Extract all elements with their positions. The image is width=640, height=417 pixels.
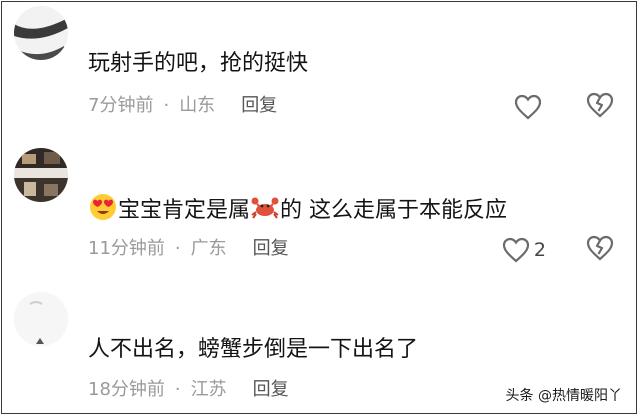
comment-text: 人不出名，螃蟹步倒是一下出名了 <box>88 337 419 362</box>
broken-heart-icon <box>586 92 614 118</box>
avatar[interactable] <box>14 6 68 60</box>
comment-text: 宝宝肯定是属 的 这么走属于本能反应 <box>88 192 507 231</box>
like-button[interactable]: 2 <box>502 237 546 263</box>
comment-meta: 11分钟前 · 广东 回复 <box>88 237 289 261</box>
reply-button[interactable]: 回复 <box>241 94 277 118</box>
reply-button[interactable]: 回复 <box>253 378 289 402</box>
comment-meta: 7分钟前 · 山东 回复 <box>88 94 277 118</box>
dislike-button[interactable] <box>586 92 614 122</box>
avatar[interactable] <box>14 148 68 202</box>
watermark: 头条 @热情暖阳丫 <box>505 388 622 404</box>
avatar[interactable] <box>14 292 68 346</box>
comment-meta: 18分钟前 · 江苏 回复 <box>88 378 289 402</box>
comment-text-part: 的 这么走属于本能反应 <box>280 198 508 223</box>
heart-icon <box>514 94 542 120</box>
comment-location: 江苏 <box>190 379 227 400</box>
comment-time: 11分钟前 <box>88 238 165 259</box>
heart-eyes-emoji-icon <box>88 192 118 231</box>
comment-list: 玩射手的吧，抢的挺快 7分钟前 · 山东 回复 宝宝肯定是属 的 这么走属于本能… <box>1 1 637 414</box>
comment-text-part: 宝宝肯定是属 <box>118 198 251 223</box>
comment-location: 广东 <box>190 238 227 259</box>
comment-actions: 2 <box>502 235 614 265</box>
comment-time: 18分钟前 <box>88 379 165 400</box>
comment-location: 山东 <box>179 95 216 116</box>
comment-actions <box>514 92 614 122</box>
reply-button[interactable]: 回复 <box>253 237 289 261</box>
heart-icon <box>502 237 530 263</box>
separator-dot: · <box>163 95 170 116</box>
separator-dot: · <box>174 238 181 259</box>
dislike-button[interactable] <box>586 235 614 265</box>
separator-dot: · <box>174 379 181 400</box>
crab-emoji-icon <box>250 192 280 231</box>
like-button[interactable] <box>514 94 546 120</box>
broken-heart-icon <box>586 235 614 261</box>
comment-time: 7分钟前 <box>88 95 154 116</box>
like-count: 2 <box>533 239 546 261</box>
comment-text: 玩射手的吧，抢的挺快 <box>88 51 309 76</box>
